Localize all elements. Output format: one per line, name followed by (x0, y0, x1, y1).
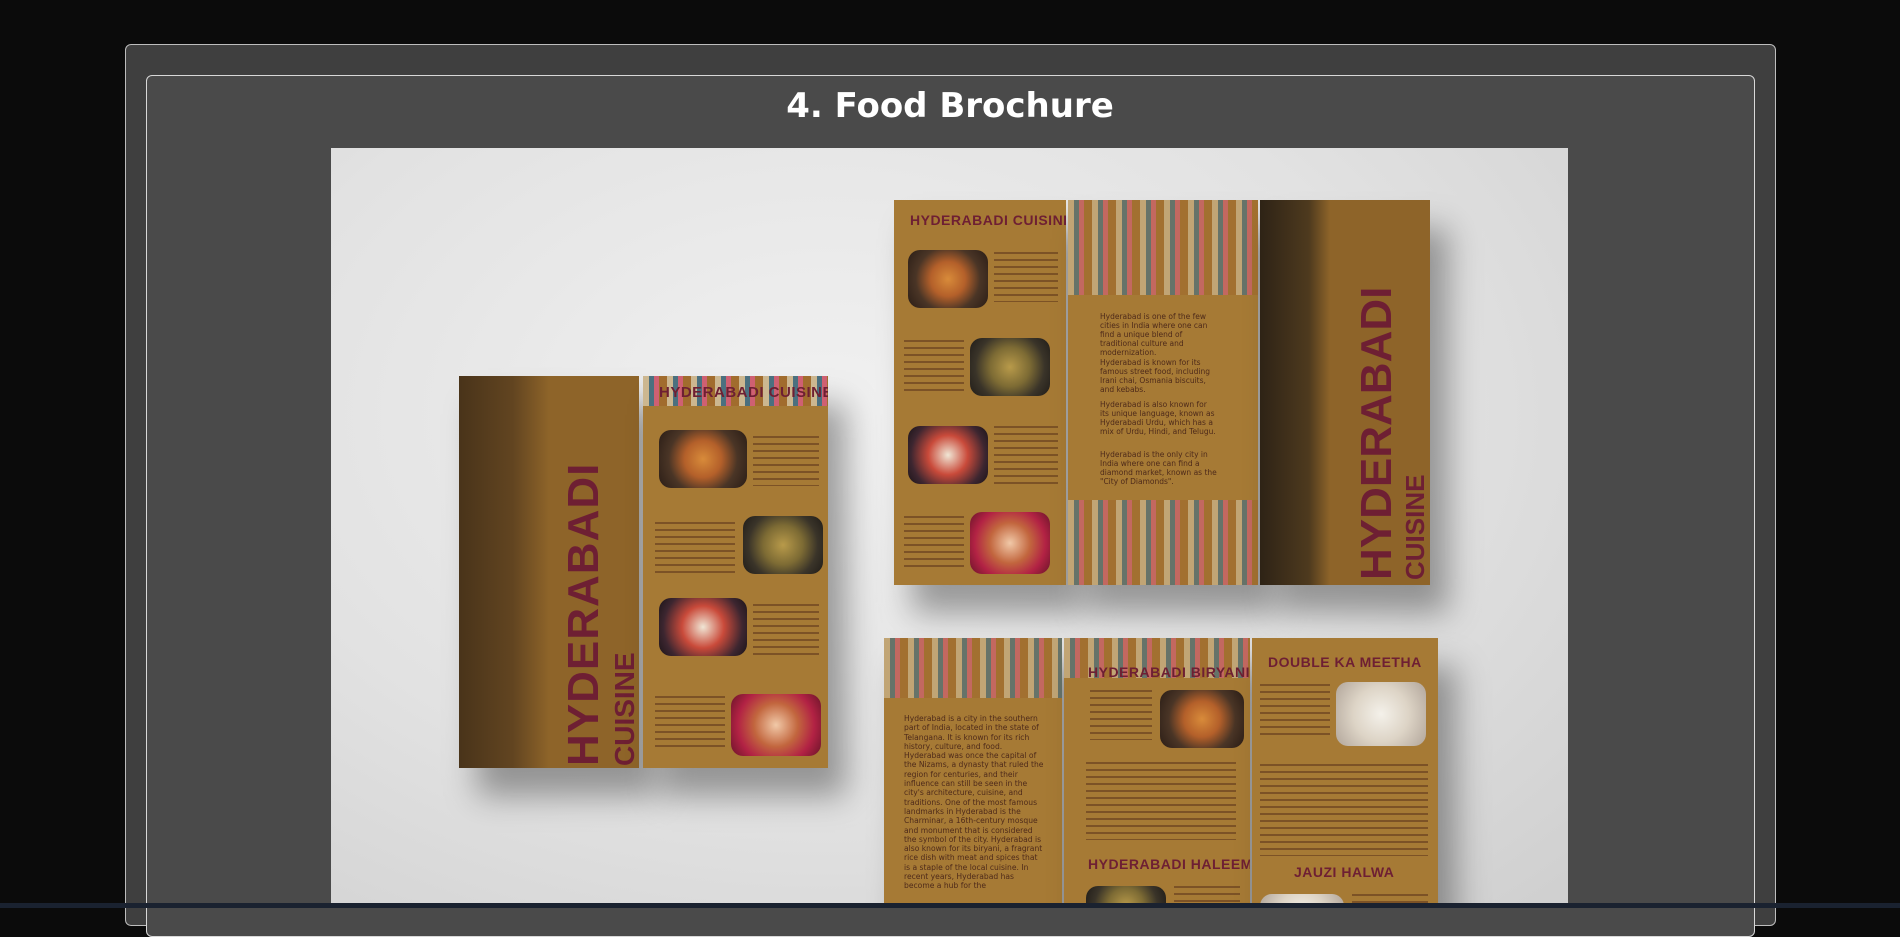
left-food-image-1 (659, 430, 747, 488)
bottom-brochure-intro: Hyderabad is a city in the southern part… (884, 638, 1062, 908)
left-brochure-menu: HYDERABADI CUISINE (643, 376, 828, 768)
bottom-intro-text: Hyderabad is a city in the southern part… (904, 714, 1044, 891)
top-info-paragraph-2: Hyderabad is known for its famous street… (1100, 358, 1210, 394)
top-food-image-1 (908, 250, 988, 308)
left-food-image-4 (731, 694, 821, 756)
top-cover-title: HYDERABADI (1352, 286, 1401, 580)
left-food-image-3 (659, 598, 747, 656)
top-info-paragraph-1: Hyderabad is one of the few cities in In… (1100, 312, 1208, 357)
brochure-mockup-image: HYDERABADI CUISINE HYDERABADI CUISINE HY… (331, 148, 1568, 908)
top-brochure-info: Hyderabad is one of the few cities in In… (1068, 200, 1258, 585)
top-cover-subtitle: CUISINE (1400, 474, 1430, 580)
bottom-strip (0, 903, 1900, 908)
bottom-brochure-right: DOUBLE KA MEETHA JAUZI HALWA (1252, 638, 1438, 908)
section-title: 4. Food Brochure (786, 86, 1114, 126)
top-brochure-menu: HYDERABADI CUISINE (894, 200, 1066, 585)
bottom-heading-haleem: HYDERABADI HALEEM (1088, 856, 1250, 872)
bottom-brochure-middle: HYDERABADI BIRYANI HYDERABADI HALEEM (1064, 638, 1250, 908)
left-brochure-cover: HYDERABADI CUISINE (459, 376, 639, 768)
top-brochure-cover: HYDERABADI CUISINE (1260, 200, 1430, 585)
left-menu-heading: HYDERABADI CUISINE (659, 384, 828, 401)
top-menu-heading: HYDERABADI CUISINE (910, 212, 1066, 228)
bottom-heading-biryani: HYDERABADI BIRYANI (1088, 664, 1250, 680)
left-cover-subtitle: CUISINE (609, 652, 639, 766)
left-cover-title: HYDERABADI (559, 462, 608, 766)
bottom-food-image-meetha (1336, 682, 1426, 746)
top-food-image-4 (970, 512, 1050, 574)
top-food-image-3 (908, 426, 988, 484)
top-food-image-2 (970, 338, 1050, 396)
bottom-food-image-biryani (1160, 690, 1244, 748)
top-info-paragraph-3: Hyderabad is also known for its unique l… (1100, 400, 1216, 436)
bottom-heading-meetha: DOUBLE KA MEETHA (1268, 654, 1422, 670)
bottom-heading-halwa: JAUZI HALWA (1294, 864, 1395, 880)
left-food-image-2 (743, 516, 823, 574)
top-info-paragraph-4: Hyderabad is the only city in India wher… (1100, 450, 1217, 486)
